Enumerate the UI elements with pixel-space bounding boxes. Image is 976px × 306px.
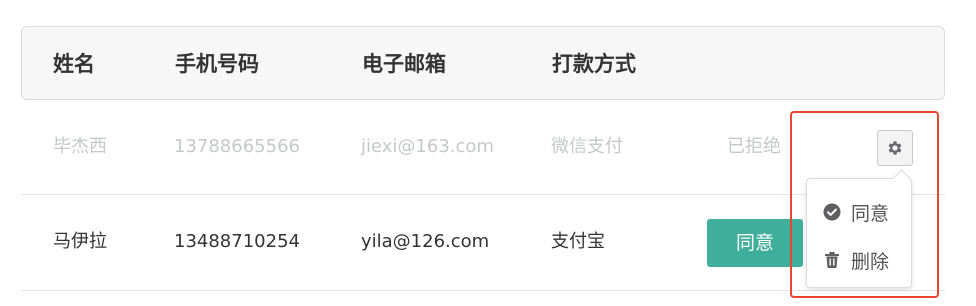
cell-name: 毕杰西: [53, 136, 107, 157]
cell-name: 马伊拉: [53, 231, 107, 252]
header-email: 电子邮箱: [362, 52, 446, 76]
trash-icon: [823, 251, 841, 269]
table-header: 姓名 手机号码 电子邮箱 打款方式: [21, 26, 945, 100]
menu-item-label: 删除: [851, 250, 890, 273]
cell-payment: 微信支付: [551, 136, 623, 157]
menu-item-label: 同意: [851, 202, 890, 225]
agree-button[interactable]: 同意: [707, 219, 803, 267]
row-settings-button[interactable]: [877, 130, 913, 166]
cell-phone: 13788665566: [174, 136, 300, 157]
cell-phone: 13488710254: [174, 231, 300, 252]
header-phone: 手机号码: [175, 52, 259, 76]
menu-item-agree[interactable]: 同意: [807, 192, 911, 232]
header-payment: 打款方式: [552, 52, 636, 76]
menu-item-delete[interactable]: 删除: [807, 240, 911, 280]
row-divider: [21, 290, 945, 291]
cell-email: jiexi@163.com: [361, 136, 494, 157]
cell-payment: 支付宝: [551, 231, 605, 252]
cell-email: yila@126.com: [361, 231, 490, 252]
header-name: 姓名: [53, 52, 95, 76]
check-circle-icon: [823, 203, 841, 221]
status-rejected: 已拒绝: [727, 136, 781, 157]
gear-icon: [886, 139, 904, 157]
action-dropdown-menu: 同意 删除: [806, 169, 912, 288]
dropdown-caret: [892, 169, 911, 188]
